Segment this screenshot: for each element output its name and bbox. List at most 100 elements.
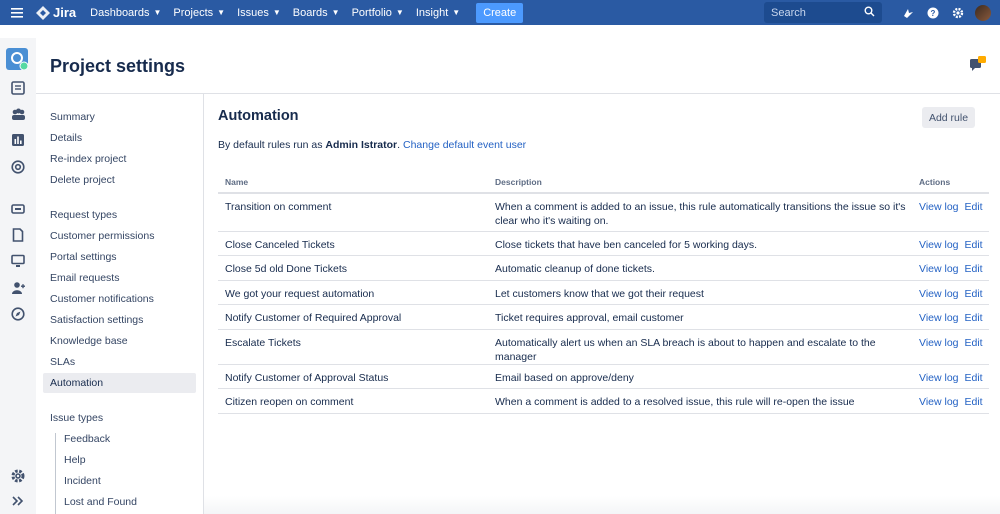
nav-customer-permissions[interactable]: Customer permissions <box>50 230 154 242</box>
avatar <box>974 4 991 21</box>
nav-issue-type-feedback[interactable]: Feedback <box>64 433 110 445</box>
add-people-icon[interactable] <box>9 279 27 297</box>
rule-actions: View log Edit <box>912 280 989 305</box>
rule-name: Close Canceled Tickets <box>218 231 488 256</box>
view-log-link[interactable]: View log <box>919 396 959 408</box>
rule-name: Notify Customer of Approval Status <box>218 364 488 389</box>
profile-avatar[interactable] <box>970 4 995 21</box>
automation-title: Automation <box>218 108 299 124</box>
rule-actions: View log Edit <box>912 231 989 256</box>
nav-satisfaction-settings[interactable]: Satisfaction settings <box>50 314 143 326</box>
edit-link[interactable]: Edit <box>965 396 983 408</box>
rule-name: Notify Customer of Required Approval <box>218 304 488 330</box>
view-log-link[interactable]: View log <box>919 201 959 213</box>
table-row: Transition on comment When a comment is a… <box>218 193 989 232</box>
jira-logo[interactable]: Jira <box>36 5 76 20</box>
chevron-down-icon: ▼ <box>217 8 226 17</box>
jira-logo-icon <box>36 5 50 20</box>
bottom-fade <box>204 496 1000 514</box>
nav-issue-type-help[interactable]: Help <box>64 454 86 466</box>
nav-issue-types[interactable]: Issue types <box>50 412 103 424</box>
edit-link[interactable]: Edit <box>965 372 983 384</box>
default-user-text: By default rules run as <box>218 139 326 151</box>
queues-icon[interactable] <box>9 79 27 97</box>
default-user-period: . <box>397 139 401 151</box>
nav-slas[interactable]: SLAs <box>50 356 75 368</box>
nav-dashboards[interactable]: Dashboards ▼ <box>90 7 161 19</box>
nav-portfolio[interactable]: Portfolio ▼ <box>352 7 404 19</box>
svg-text:?: ? <box>930 9 935 18</box>
nav-portal-settings[interactable]: Portal settings <box>50 251 117 263</box>
rule-actions: View log Edit <box>912 329 989 365</box>
pages-icon[interactable] <box>9 226 27 244</box>
nav-issues[interactable]: Issues ▼ <box>237 7 281 19</box>
default-user-line: By default rules run as Admin Istrator. … <box>218 139 526 151</box>
nav-projects[interactable]: Projects ▼ <box>173 7 225 19</box>
settings-nav: Summary Details Re-index project Delete … <box>36 94 204 514</box>
rule-actions: View log Edit <box>912 193 989 232</box>
view-log-link[interactable]: View log <box>919 312 959 324</box>
nav-insight[interactable]: Insight ▼ <box>416 7 460 19</box>
column-header-name: Name <box>218 171 488 194</box>
rule-actions: View log Edit <box>912 304 989 330</box>
edit-link[interactable]: Edit <box>965 263 983 275</box>
rule-description: When a comment is added to a resolved is… <box>488 388 912 414</box>
nav-delete-project[interactable]: Delete project <box>50 174 115 186</box>
change-default-event-user-link[interactable]: Change default event user <box>403 139 526 151</box>
nav-label: Insight <box>415 6 449 19</box>
help-icon[interactable]: ? <box>920 7 945 19</box>
customers-icon[interactable] <box>9 105 27 123</box>
nav-details[interactable]: Details <box>50 132 82 144</box>
gear-icon[interactable] <box>945 7 970 19</box>
view-log-link[interactable]: View log <box>919 372 959 384</box>
project-avatar[interactable] <box>6 48 29 71</box>
rule-description: Automatically alert us when an SLA breac… <box>488 329 912 365</box>
nav-automation[interactable]: Automation <box>50 377 103 389</box>
raise-request-icon[interactable] <box>9 200 27 218</box>
view-log-link[interactable]: View log <box>919 263 959 275</box>
table-row: We got your request automation Let custom… <box>218 280 989 305</box>
nav-issue-type-lost-and-found[interactable]: Lost and Found <box>64 496 137 508</box>
rule-name: Citizen reopen on comment <box>218 388 488 414</box>
settings-gear-icon[interactable] <box>9 467 27 485</box>
edit-link[interactable]: Edit <box>965 288 983 300</box>
rule-description: Close tickets that have ben canceled for… <box>488 231 912 256</box>
menu-icon[interactable] <box>0 0 34 25</box>
expand-sidebar-icon[interactable] <box>9 492 27 510</box>
nav-email-requests[interactable]: Email requests <box>50 272 119 284</box>
table-row: Close 5d old Done Tickets Automatic clean… <box>218 255 989 281</box>
notifications-icon[interactable] <box>895 7 920 19</box>
create-button[interactable]: Create <box>476 2 524 23</box>
feedback-icon[interactable] <box>969 55 987 78</box>
portal-icon[interactable] <box>9 252 27 270</box>
nav-customer-notifications[interactable]: Customer notifications <box>50 293 154 305</box>
nav-reindex-project[interactable]: Re-index project <box>50 153 126 165</box>
rule-actions: View log Edit <box>912 388 989 414</box>
compass-icon[interactable] <box>9 305 27 323</box>
view-log-link[interactable]: View log <box>919 337 959 349</box>
knowledge-base-icon[interactable] <box>9 158 27 176</box>
view-log-link[interactable]: View log <box>919 288 959 300</box>
top-navigation-bar: Jira Dashboards ▼ Projects ▼ Issues ▼ Board… <box>0 0 1000 25</box>
nav-request-types[interactable]: Request types <box>50 209 117 221</box>
nav-issue-type-incident[interactable]: Incident <box>64 475 101 487</box>
nav-knowledge-base[interactable]: Knowledge base <box>50 335 128 347</box>
edit-link[interactable]: Edit <box>965 201 983 213</box>
rule-description: Let customers know that we got their req… <box>488 280 912 305</box>
add-rule-button[interactable]: Add rule <box>922 107 975 128</box>
chevron-down-icon: ▼ <box>272 8 281 17</box>
edit-link[interactable]: Edit <box>965 337 983 349</box>
column-header-description: Description <box>488 171 912 194</box>
column-header-actions: Actions <box>912 171 989 194</box>
page-title: Project settings <box>50 56 186 76</box>
chevron-down-icon: ▼ <box>153 8 162 17</box>
view-log-link[interactable]: View log <box>919 239 959 251</box>
rule-actions: View log Edit <box>912 255 989 281</box>
nav-boards[interactable]: Boards ▼ <box>293 7 340 19</box>
edit-link[interactable]: Edit <box>965 239 983 251</box>
reports-icon[interactable] <box>9 131 27 149</box>
nav-summary[interactable]: Summary <box>50 111 95 123</box>
search-input[interactable]: Search <box>764 2 882 23</box>
rule-description: Email based on approve/deny <box>488 364 912 389</box>
edit-link[interactable]: Edit <box>965 312 983 324</box>
